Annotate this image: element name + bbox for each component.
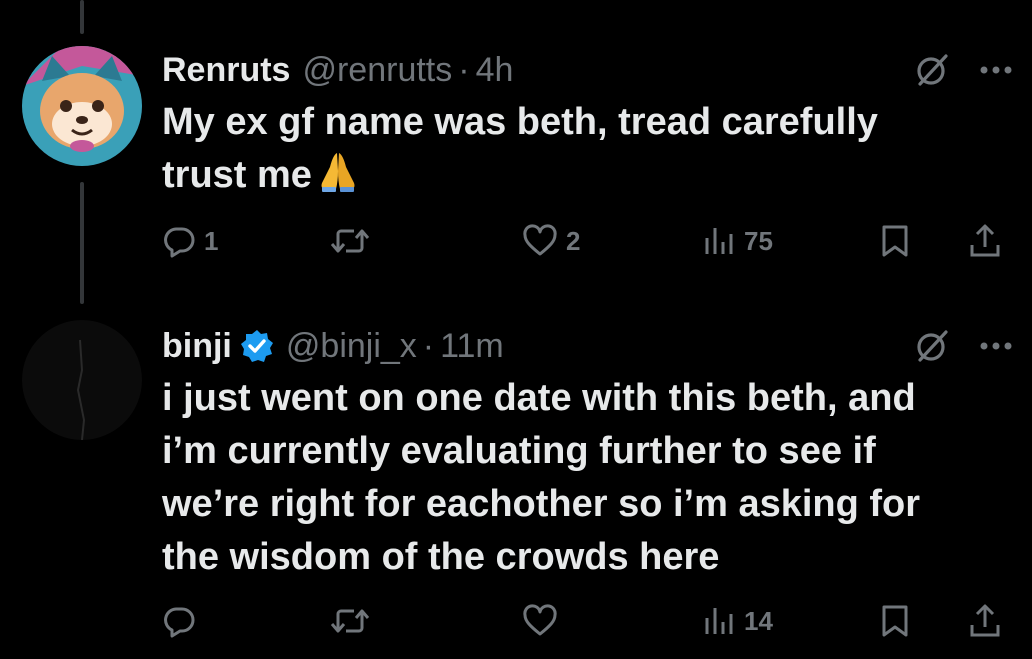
more-icon[interactable]	[980, 65, 1012, 75]
avatar-dark-icon	[22, 320, 142, 440]
tweet-header-actions	[914, 320, 1012, 372]
grok-icon[interactable]	[914, 328, 950, 364]
repost-icon	[330, 609, 370, 633]
tweet-text: My ex gf name was beth, tread carefully …	[162, 96, 1012, 202]
tweet-2[interactable]: binji @binji_x · 11m i just went on one …	[0, 320, 1032, 659]
timeline: Renruts @renrutts · 4h My ex gf name was…	[0, 0, 1032, 659]
heart-icon	[523, 224, 557, 256]
heart-icon	[523, 604, 557, 636]
bookmark-icon	[882, 225, 908, 257]
view-count: 75	[744, 225, 773, 256]
handle[interactable]: @renrutts	[302, 51, 452, 90]
verified-badge-icon[interactable]	[240, 329, 274, 363]
share-icon	[970, 604, 1000, 637]
views-button[interactable]: 75	[702, 216, 773, 266]
views-icon	[705, 228, 733, 254]
reply-icon	[164, 607, 195, 638]
tweet-header: binji @binji_x · 11m	[162, 320, 1012, 372]
separator: ·	[422, 326, 435, 365]
handle[interactable]: @binji_x	[286, 327, 417, 366]
bookmark-icon	[882, 605, 908, 637]
tweet-header: Renruts @renrutts · 4h	[162, 44, 1012, 96]
tweet-1[interactable]: Renruts @renrutts · 4h My ex gf name was…	[0, 0, 1032, 320]
display-name[interactable]: Renruts	[162, 51, 290, 90]
repost-icon	[330, 229, 370, 253]
share-button[interactable]	[968, 216, 1002, 266]
like-button[interactable]: 2	[522, 216, 580, 266]
reply-button[interactable]	[162, 596, 204, 646]
reply-button[interactable]: 1	[162, 216, 218, 266]
tweet-text-line: My ex gf name was beth, tread carefully	[162, 101, 878, 143]
bookmark-button[interactable]	[880, 216, 910, 266]
avatar-cat-icon	[22, 46, 142, 166]
reply-icon	[164, 227, 195, 258]
tweet-actions: 14	[162, 596, 1012, 646]
grok-icon[interactable]	[914, 52, 950, 88]
like-count: 2	[566, 225, 581, 256]
tweet-text-line: i’m currently evaluating further to see …	[162, 430, 876, 472]
tweet-header-actions	[914, 44, 1012, 96]
separator: ·	[458, 50, 470, 89]
timestamp[interactable]: 4h	[476, 51, 514, 90]
tweet-text-line-with-emoji: trust me	[162, 149, 1012, 202]
share-icon	[970, 224, 1000, 257]
views-icon	[705, 608, 733, 634]
more-icon[interactable]	[980, 341, 1012, 351]
repost-button[interactable]	[330, 596, 378, 646]
like-button[interactable]	[522, 596, 566, 646]
tweet-text-line: i just went on one date with this beth, …	[162, 377, 916, 419]
bookmark-button[interactable]	[880, 596, 910, 646]
tweet-text: i just went on one date with this beth, …	[162, 372, 1012, 584]
views-button[interactable]: 14	[702, 596, 773, 646]
folded-hands-emoji-icon	[321, 153, 355, 192]
tweet-body: binji @binji_x · 11m i just went on one …	[162, 320, 1012, 584]
avatar[interactable]	[22, 320, 142, 440]
display-name[interactable]: binji	[162, 327, 232, 366]
tweet-text-line: trust me	[162, 154, 312, 196]
share-button[interactable]	[968, 596, 1002, 646]
timestamp[interactable]: 11m	[440, 327, 504, 366]
tweet-text-line: we’re right for eachother so i’m asking …	[162, 483, 921, 525]
tweet-text-line: the wisdom of the crowds here	[162, 536, 720, 578]
avatar[interactable]	[22, 46, 142, 166]
repost-button[interactable]	[330, 216, 378, 266]
tweet-actions: 1 2 75	[162, 216, 1012, 266]
reply-count: 1	[204, 225, 219, 256]
view-count: 14	[744, 605, 773, 636]
tweet-body: Renruts @renrutts · 4h My ex gf name was…	[162, 44, 1012, 202]
